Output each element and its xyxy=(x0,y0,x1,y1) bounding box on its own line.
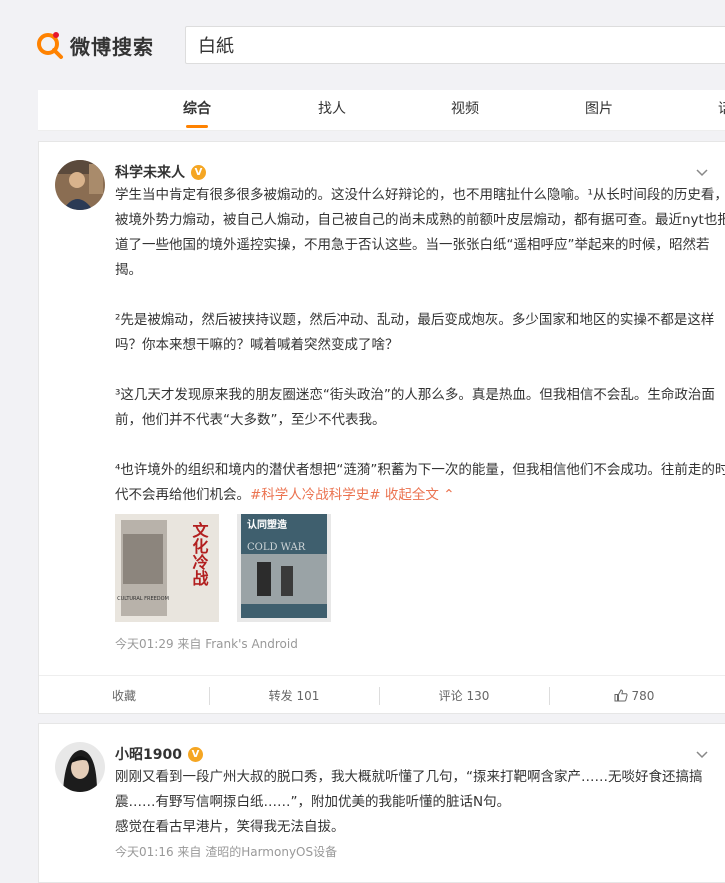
tab-comprehensive[interactable]: 综合 xyxy=(183,90,211,130)
book-title: 文化冷战 xyxy=(190,521,209,587)
post-meta: 今天01:16 来自 渣昭的HarmonyOS设备 xyxy=(115,845,338,859)
chevron-down-icon[interactable] xyxy=(695,746,709,760)
chevron-down-icon[interactable] xyxy=(695,164,709,178)
comment-button[interactable]: 评论 130 xyxy=(379,676,549,716)
search-box[interactable] xyxy=(185,26,725,64)
repost-button[interactable]: 转发 101 xyxy=(209,676,379,716)
post-paragraph: 学生当中肯定有很多很多被煽动的。这没什么好辩论的，也不用瞎扯什么隐喻。¹从长时间… xyxy=(115,187,725,278)
post-actions: 收藏 转发 101 评论 130 780 xyxy=(39,675,725,716)
like-button[interactable]: 780 xyxy=(549,676,719,716)
avatar[interactable] xyxy=(55,742,105,792)
thumbs-up-icon xyxy=(614,689,632,703)
book-title: 认同塑造 xyxy=(247,518,288,531)
author-name[interactable]: 小昭1900 xyxy=(115,744,182,764)
post-image[interactable]: 认同塑造 COLD WAR xyxy=(237,514,331,622)
post-body: 刚刚又看到一段广州大叔的脱口秀，我大概就听懂了几句，“揼来打靶啊含家产……无啖好… xyxy=(115,765,725,840)
hashtag-link[interactable]: #科学人冷战科学史# xyxy=(250,487,381,503)
verified-badge-icon: V xyxy=(187,746,203,762)
post-paragraph: 刚刚又看到一段广州大叔的脱口秀，我大概就听懂了几句，“揼来打靶啊含家产……无啖好… xyxy=(115,769,703,810)
tab-video[interactable]: 视频 xyxy=(451,90,479,130)
collapse-link[interactable]: 收起全文 xyxy=(385,487,439,503)
top-bar: 微博搜索 xyxy=(0,0,725,90)
tab-images[interactable]: 图片 xyxy=(585,90,613,130)
favorite-button[interactable]: 收藏 xyxy=(39,676,209,716)
tab-topics[interactable]: 话 xyxy=(718,90,725,130)
book-cover-text: COLD WAR xyxy=(247,542,306,553)
like-count: 780 xyxy=(631,689,655,703)
post-image[interactable]: CULTURAL FREEDOM 文化冷战 xyxy=(115,514,219,622)
author-name[interactable]: 科学未来人 xyxy=(115,162,185,182)
post-author[interactable]: 科学未来人 V xyxy=(115,162,206,182)
verified-badge-icon: V xyxy=(191,164,206,180)
weibo-search-logo[interactable]: 微博搜索 xyxy=(36,30,154,60)
avatar[interactable] xyxy=(55,160,105,210)
post-body: 学生当中肯定有很多很多被煽动的。这没什么好辩论的，也不用瞎扯什么隐喻。¹从长时间… xyxy=(115,183,725,508)
book-cover-text: CULTURAL FREEDOM xyxy=(117,596,169,602)
search-input[interactable] xyxy=(186,27,725,63)
weibo-post-card: 科学未来人 V 学生当中肯定有很多很多被煽动的。这没什么好辩论的，也不用瞎扯什么… xyxy=(38,141,725,714)
post-paragraph: ⁴也许境外的组织和境内的潜伏者想把“涟漪”积蓄为下一次的能量，但我相信他们不会成… xyxy=(115,458,725,508)
post-paragraph: 感觉在看古早港片，笑得我无法自拔。 xyxy=(115,819,345,835)
weibo-search-logo-icon xyxy=(36,30,66,60)
search-tabs: 综合 找人 视频 图片 话 xyxy=(38,90,725,131)
post-paragraph: ²先是被煽动，然后被挟持议题，然后冲动、乱动，最后变成炮灰。多少国家和地区的实操… xyxy=(115,312,715,353)
post-meta: 今天01:29 来自 Frank's Android xyxy=(115,637,298,651)
weibo-post-card: 小昭1900 V 刚刚又看到一段广州大叔的脱口秀，我大概就听懂了几句，“揼来打靶… xyxy=(38,723,725,883)
logo-text: 微博搜索 xyxy=(70,34,154,59)
tab-people[interactable]: 找人 xyxy=(318,90,346,130)
post-paragraph: ³这几天才发现原来我的朋友圈迷恋“街头政治”的人那么多。真是热血。但我相信不会乱… xyxy=(115,387,715,428)
post-author[interactable]: 小昭1900 V xyxy=(115,744,203,764)
chevron-up-icon[interactable]: ⌃ xyxy=(439,487,454,503)
